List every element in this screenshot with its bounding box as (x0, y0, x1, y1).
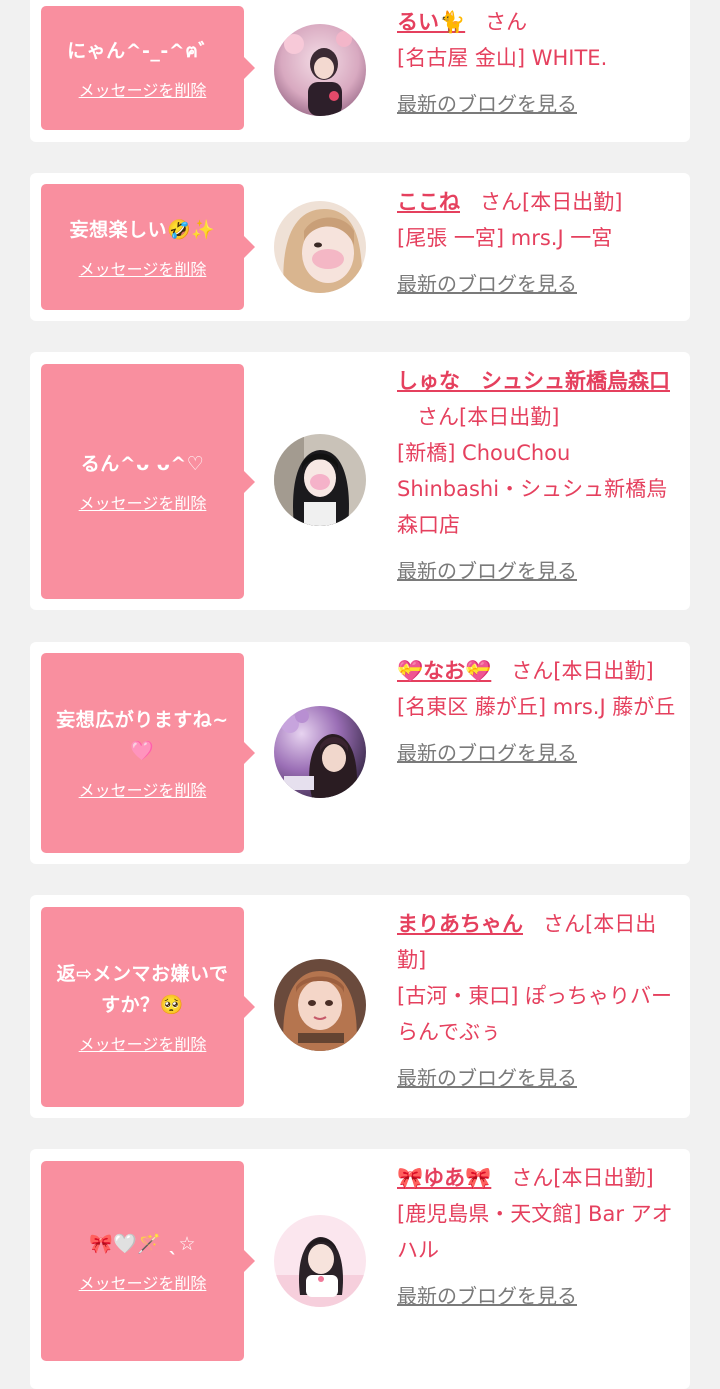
avatar[interactable] (274, 201, 366, 293)
message-text: 返⇨メンマお嫌いですか？🥺 (56, 963, 229, 1016)
shop-name: [名東区 藤が丘] mrs.J 藤が丘 (397, 695, 676, 719)
cast-status: さん[本日出勤] (511, 1166, 654, 1190)
delete-message-link[interactable]: メッセージを削除 (79, 256, 207, 280)
cast-name-link[interactable]: るい🐈 (397, 10, 465, 34)
cast-name-link[interactable]: しゅな シュシュ新橋烏森口 (397, 369, 670, 393)
latest-blog-link[interactable]: 最新のブログを見る (397, 266, 679, 302)
cast-status: さん[本日出勤] (480, 190, 623, 214)
cast-card: 妄想楽しい🤣✨ メッセージを削除 ここね さん[本日出勤] [尾張 一宮] mrs… (30, 173, 690, 321)
delete-message-link[interactable]: メッセージを削除 (79, 1270, 207, 1294)
avatar[interactable] (274, 959, 366, 1051)
message-bubble: 妄想広がりますね~🩷 メッセージを削除 (41, 653, 255, 853)
cast-card: 🎀🤍🪄 ˎ☆ メッセージを削除 🎀ゆあ🎀 さん[本日出勤] [鹿児島県・天文館] … (30, 1149, 690, 1389)
shop-name: [新橋] ChouChou Shinbashi・シュシュ新橋烏森口店 (397, 441, 668, 537)
favorite-cast-list: にゃん^-_-^ฅ゛ メッセージを削除 るい🐈 さん [名古屋 金山] WHIT… (0, 0, 720, 1389)
cast-info: まりあちゃん さん[本日出勤] [古河・東口] ぽっちゃりバー らんでぶぅ 最新の… (397, 906, 679, 1096)
avatar[interactable] (274, 24, 366, 116)
message-bubble: るん^ᴗ ᴗ^♡ メッセージを削除 (41, 364, 255, 599)
cast-name-link[interactable]: 🎀ゆあ🎀 (397, 1166, 491, 1190)
message-bubble: 🎀🤍🪄 ˎ☆ メッセージを削除 (41, 1161, 255, 1361)
cast-name-link[interactable]: 💝なお💝 (397, 659, 491, 683)
message-bubble: にゃん^-_-^ฅ゛ メッセージを削除 (41, 6, 255, 130)
message-bubble: 妄想楽しい🤣✨ メッセージを削除 (41, 184, 255, 310)
message-text: るん^ᴗ ᴗ^♡ (80, 453, 205, 475)
shop-name: [名古屋 金山] WHITE. (397, 46, 608, 70)
message-bubble: 返⇨メンマお嫌いですか？🥺 メッセージを削除 (41, 907, 255, 1107)
latest-blog-link[interactable]: 最新のブログを見る (397, 1060, 679, 1096)
cast-status: さん[本日出勤] (417, 405, 560, 429)
latest-blog-link[interactable]: 最新のブログを見る (397, 1278, 679, 1314)
cast-info: るい🐈 さん [名古屋 金山] WHITE. 最新のブログを見る (397, 4, 679, 122)
delete-message-link[interactable]: メッセージを削除 (79, 1031, 207, 1055)
message-text: 🎀🤍🪄 ˎ☆ (88, 1232, 197, 1255)
avatar[interactable] (274, 706, 366, 798)
cast-info: 💝なお💝 さん[本日出勤] [名東区 藤が丘] mrs.J 藤が丘 最新のブログを… (397, 653, 679, 771)
shop-name: [尾張 一宮] mrs.J 一宮 (397, 226, 613, 250)
cast-card: るん^ᴗ ᴗ^♡ メッセージを削除 しゅな シュシュ新橋烏森口さん[本日出勤] … (30, 352, 690, 610)
cast-status: さん (485, 10, 528, 34)
cast-name-link[interactable]: まりあちゃん (397, 912, 523, 936)
latest-blog-link[interactable]: 最新のブログを見る (397, 86, 679, 122)
latest-blog-link[interactable]: 最新のブログを見る (397, 735, 679, 771)
cast-card: 妄想広がりますね~🩷 メッセージを削除 💝なお💝 さん[本日出勤] [名東区 藤… (30, 642, 690, 864)
message-text: にゃん^-_-^ฅ゛ (67, 39, 218, 62)
cast-info: しゅな シュシュ新橋烏森口さん[本日出勤] [新橋] ChouChou Shin… (397, 363, 679, 589)
delete-message-link[interactable]: メッセージを削除 (79, 777, 207, 801)
delete-message-link[interactable]: メッセージを削除 (79, 490, 207, 514)
delete-message-link[interactable]: メッセージを削除 (79, 77, 207, 101)
cast-info: 🎀ゆあ🎀 さん[本日出勤] [鹿児島県・天文館] Bar アオハル 最新のブログを… (397, 1160, 679, 1314)
message-text: 妄想広がりますね~🩷 (56, 709, 229, 762)
cast-status: さん[本日出勤] (511, 659, 654, 683)
avatar[interactable] (274, 434, 366, 526)
cast-info: ここね さん[本日出勤] [尾張 一宮] mrs.J 一宮 最新のブログを見る (397, 184, 679, 302)
latest-blog-link[interactable]: 最新のブログを見る (397, 553, 679, 589)
avatar[interactable] (274, 1215, 366, 1307)
shop-name: [鹿児島県・天文館] Bar アオハル (397, 1202, 673, 1262)
cast-card: にゃん^-_-^ฅ゛ メッセージを削除 るい🐈 さん [名古屋 金山] WHIT… (30, 0, 690, 142)
cast-name-link[interactable]: ここね (397, 190, 460, 214)
cast-card: 返⇨メンマお嫌いですか？🥺 メッセージを削除 まりあちゃん さん[本日出勤] [古… (30, 895, 690, 1118)
message-text: 妄想楽しい🤣✨ (69, 218, 216, 241)
shop-name: [古河・東口] ぽっちゃりバー らんでぶぅ (397, 984, 673, 1044)
